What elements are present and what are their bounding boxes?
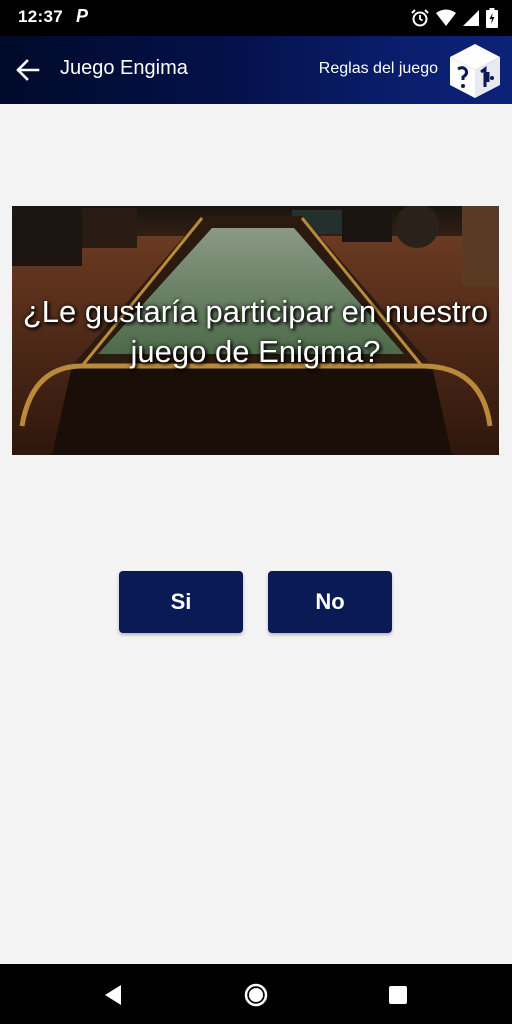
home-circle-icon[interactable] (243, 982, 269, 1008)
app-title: Juego Engima (60, 57, 188, 79)
status-icons (410, 7, 498, 29)
hero-banner: ¿Le gustaría participar en nuestro juego… (12, 206, 499, 455)
parking-notification-icon: P (76, 6, 89, 26)
recents-square-icon[interactable] (385, 982, 411, 1008)
status-time: 12:37 (18, 7, 63, 26)
back-arrow-icon[interactable] (14, 56, 42, 84)
cube-logo-icon[interactable] (448, 42, 502, 100)
no-button[interactable]: No (268, 571, 392, 633)
status-bar: 12:37 P (0, 0, 512, 36)
navigation-bar (0, 964, 512, 1024)
signal-icon (463, 10, 479, 26)
yes-button[interactable]: Si (119, 571, 243, 633)
rules-link[interactable]: Reglas del juego (319, 60, 438, 78)
battery-icon (486, 8, 498, 28)
wifi-icon (436, 9, 456, 26)
alarm-icon (411, 9, 429, 27)
back-triangle-icon[interactable] (101, 982, 127, 1008)
app-bar: Juego Engima Reglas del juego (0, 36, 512, 104)
hero-question: ¿Le gustaría participar en nuestro juego… (22, 294, 489, 369)
